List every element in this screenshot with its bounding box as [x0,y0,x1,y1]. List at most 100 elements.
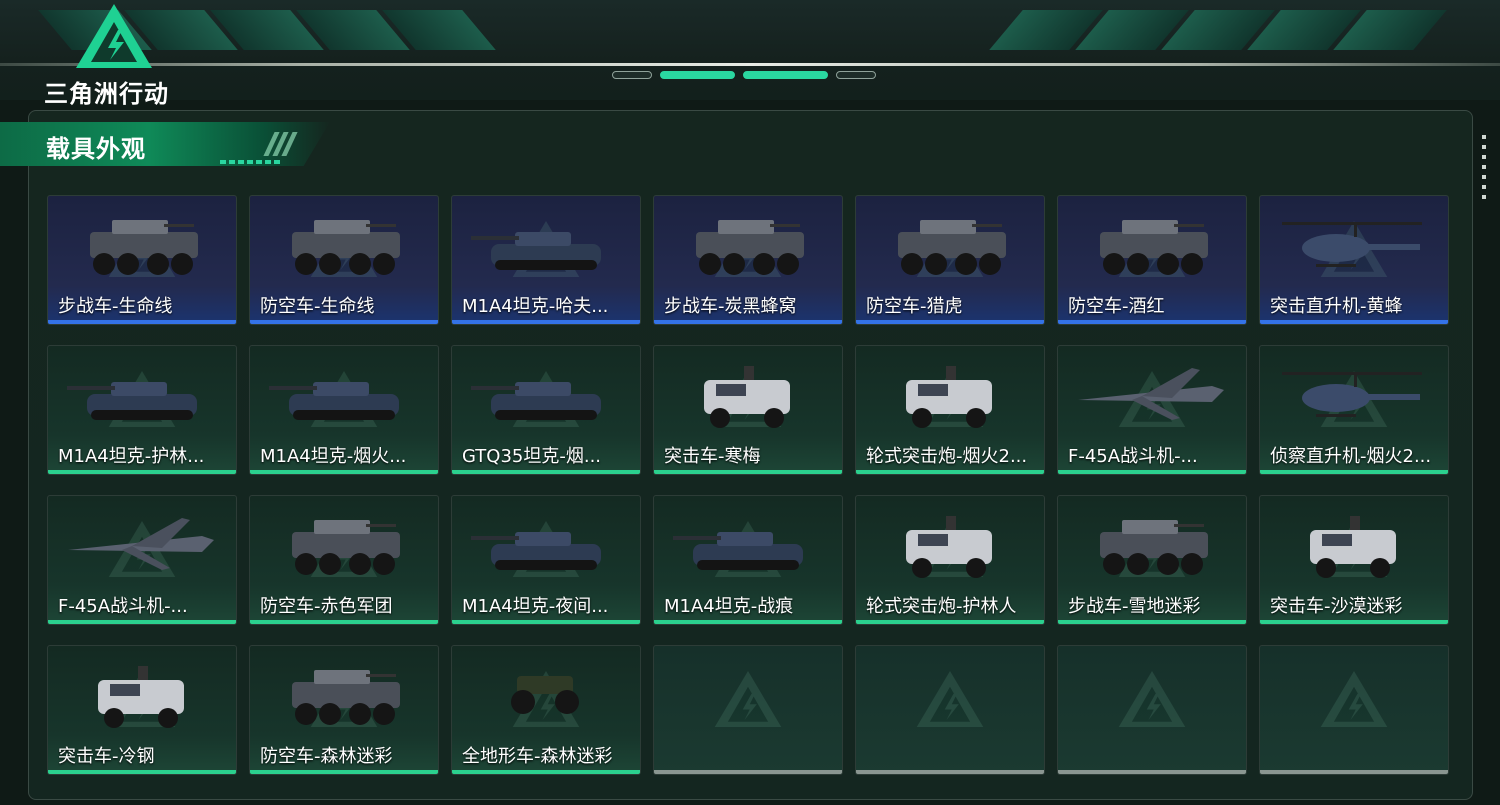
apc-vehicle-icon [1082,506,1222,590]
vehicle-skin-card[interactable]: 防空车-森林迷彩 [249,645,439,775]
vehicle-skin-name: 突击车-冷钢 [58,746,155,767]
header-rail [0,63,1500,66]
vehicle-skin-card[interactable]: 步战车-炭黑蜂窝 [653,195,843,325]
placeholder-logo-icon [1320,671,1388,727]
vehicle-skin-card[interactable]: F-45A战斗机-... [47,495,237,625]
rarity-bar [452,320,640,324]
vehicle-skin-name: 突击车-寒梅 [664,446,761,467]
rarity-bar [452,470,640,474]
vehicle-skin-card[interactable]: M1A4坦克-夜间... [451,495,641,625]
placeholder-logo-icon [1118,671,1186,727]
placeholder-logo-icon [916,671,984,727]
vehicle-skin-card[interactable]: 突击直升机-黄蜂 [1259,195,1449,325]
rarity-bar [452,770,640,774]
vehicle-skin-card[interactable]: 侦察直升机-烟火2... [1259,345,1449,475]
vehicle-skin-name: 防空车-生命线 [260,296,375,317]
rarity-bar [856,770,1044,774]
header-stripes-right [989,10,1447,50]
rarity-bar [48,320,236,324]
vehicle-skin-name: 侦察直升机-烟火2... [1270,446,1432,467]
empty-skin-slot [855,645,1045,775]
tank-vehicle-icon [471,506,621,590]
rarity-bar [1058,770,1246,774]
vehicle-skin-card[interactable]: GTQ35坦克-烟... [451,345,641,475]
rarity-bar [1058,470,1246,474]
rarity-bar [250,770,438,774]
rarity-bar [856,470,1044,474]
vehicle-skin-name: 防空车-赤色军团 [260,596,393,617]
jet-vehicle-icon [62,506,222,590]
vehicle-skin-card[interactable]: 步战车-雪地迷彩 [1057,495,1247,625]
rarity-bar [856,320,1044,324]
vehicle-skin-card[interactable]: M1A4坦克-哈夫... [451,195,641,325]
vehicle-skin-card[interactable]: 突击车-冷钢 [47,645,237,775]
vehicle-skin-name: 步战车-雪地迷彩 [1068,596,1201,617]
vehicle-skin-card[interactable]: 防空车-赤色军团 [249,495,439,625]
tank-vehicle-icon [673,506,823,590]
vehicle-skin-name: M1A4坦克-哈夫... [462,296,609,317]
truck-vehicle-icon [890,506,1010,590]
vehicle-skin-name: 步战车-生命线 [58,296,173,317]
tank-vehicle-icon [269,356,419,440]
vehicle-skin-name: M1A4坦克-烟火... [260,446,407,467]
vehicle-skin-name: F-45A战斗机-... [58,596,188,617]
vehicle-skin-card[interactable]: 步战车-生命线 [47,195,237,325]
vehicle-skin-name: 防空车-猎虎 [866,296,963,317]
vehicle-skin-name: M1A4坦克-战痕 [664,596,794,617]
rarity-bar [250,320,438,324]
apc-vehicle-icon [274,206,414,290]
jet-vehicle-icon [1072,356,1232,440]
apc-vehicle-icon [274,656,414,740]
empty-skin-slot [1057,645,1247,775]
section-tab-decoration [263,132,298,156]
tank-vehicle-icon [67,356,217,440]
vehicle-skin-card[interactable]: M1A4坦克-护林... [47,345,237,475]
apc-vehicle-icon [678,206,818,290]
tank-vehicle-icon [471,356,621,440]
tank-vehicle-icon [471,206,621,290]
rarity-bar [1058,620,1246,624]
rarity-bar [654,470,842,474]
heli-vehicle-icon [1274,206,1434,290]
vehicle-skin-card[interactable]: 突击车-沙漠迷彩 [1259,495,1449,625]
vehicle-skin-card[interactable]: 轮式突击炮-护林人 [855,495,1045,625]
placeholder-logo-icon [714,671,782,727]
rarity-bar [250,470,438,474]
rarity-bar [654,770,842,774]
vehicle-skin-card[interactable]: F-45A战斗机-... [1057,345,1247,475]
vehicle-skin-name: 防空车-森林迷彩 [260,746,393,767]
rarity-bar [1058,320,1246,324]
vehicle-skin-name: 轮式突击炮-护林人 [866,596,1017,617]
vehicle-skin-card[interactable]: M1A4坦克-战痕 [653,495,843,625]
vehicle-skin-card[interactable]: 突击车-寒梅 [653,345,843,475]
side-scroll-indicator[interactable] [1482,135,1486,199]
delta-logo-icon [76,4,152,68]
vehicle-skin-card[interactable]: M1A4坦克-烟火... [249,345,439,475]
truck-vehicle-icon [890,356,1010,440]
vehicle-skin-card[interactable]: 防空车-酒红 [1057,195,1247,325]
rarity-bar [654,320,842,324]
vehicle-skin-name: GTQ35坦克-烟... [462,446,602,467]
section-tab-underline [220,160,280,164]
atv-vehicle-icon [501,656,591,730]
vehicle-skin-card[interactable]: 防空车-猎虎 [855,195,1045,325]
section-tab: 载具外观 [0,122,330,166]
vehicle-skin-card[interactable]: 轮式突击炮-烟火2... [855,345,1045,475]
rarity-bar [250,620,438,624]
rarity-bar [1260,620,1448,624]
truck-vehicle-icon [1294,506,1414,590]
empty-skin-slot [653,645,843,775]
vehicle-skin-name: 防空车-酒红 [1068,296,1165,317]
rarity-bar [48,470,236,474]
top-header [0,0,1500,100]
vehicle-skin-card[interactable]: 全地形车-森林迷彩 [451,645,641,775]
vehicle-skin-card[interactable]: 防空车-生命线 [249,195,439,325]
logo-text: 三角洲行动 [44,80,169,108]
rarity-bar [48,770,236,774]
vehicle-skin-name: 突击车-沙漠迷彩 [1270,596,1403,617]
vehicle-skin-name: 全地形车-森林迷彩 [462,746,613,767]
rarity-bar [654,620,842,624]
heli-vehicle-icon [1274,356,1434,440]
apc-vehicle-icon [72,206,212,290]
empty-skin-slot [1259,645,1449,775]
